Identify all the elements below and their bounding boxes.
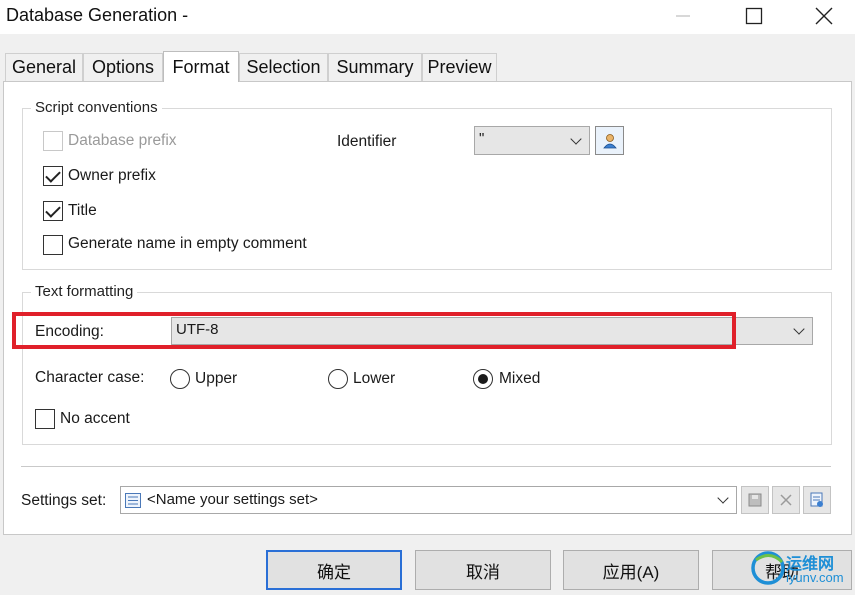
identifier-label: Identifier: [337, 133, 397, 150]
generate-name-checkbox[interactable]: [43, 235, 63, 255]
generate-name-label: Generate name in empty comment: [68, 235, 307, 252]
owner-prefix-label: Owner prefix: [68, 167, 156, 184]
upper-radio[interactable]: [170, 369, 190, 389]
tab-label: Summary: [336, 57, 414, 77]
tab-general[interactable]: General: [5, 53, 83, 81]
settings-set-value: <Name your settings set>: [147, 491, 318, 508]
upper-label: Upper: [195, 370, 238, 387]
database-prefix-checkbox[interactable]: [43, 131, 63, 151]
tab-label: Options: [91, 57, 155, 77]
mixed-radio[interactable]: [473, 369, 493, 389]
identifier-value: ": [479, 130, 485, 147]
tab-label: General: [11, 57, 77, 77]
apply-button-label: 应用(A): [602, 562, 660, 582]
chevron-down-icon: [717, 492, 729, 504]
settings-set-label: Settings set:: [21, 492, 107, 509]
ok-button-label: 确定: [317, 562, 351, 582]
maximize-icon: [745, 7, 763, 25]
cancel-button[interactable]: 取消: [415, 550, 551, 590]
minimize-icon: [676, 15, 690, 17]
title-checkbox[interactable]: [43, 201, 63, 221]
manage-settings-button[interactable]: [803, 486, 831, 514]
close-button[interactable]: [801, 0, 847, 32]
tab-options[interactable]: Options: [83, 53, 163, 81]
identifier-select[interactable]: ": [474, 126, 590, 155]
delete-settings-button[interactable]: [772, 486, 800, 514]
lower-radio[interactable]: [328, 369, 348, 389]
encoding-label: Encoding:: [35, 323, 104, 340]
tab-label: Format: [172, 56, 230, 77]
text-formatting-legend: Text formatting: [31, 283, 138, 301]
user-properties-icon: [602, 133, 617, 148]
watermark-logo: 运维网 iyunv.com: [750, 546, 850, 592]
script-conventions-legend: Script conventions: [31, 99, 162, 117]
title-bar: Database Generation -: [0, 0, 855, 34]
chevron-down-icon: [793, 323, 805, 335]
title-label: Title: [68, 202, 97, 219]
apply-button[interactable]: 应用(A): [563, 550, 699, 590]
owner-prefix-checkbox[interactable]: [43, 166, 63, 186]
tab-label: Selection: [246, 57, 321, 77]
mixed-label: Mixed: [499, 370, 541, 387]
identifier-properties-button[interactable]: [595, 126, 624, 155]
settings-separator: [21, 466, 831, 467]
tab-preview[interactable]: Preview: [422, 53, 497, 81]
window-title: Database Generation -: [6, 5, 189, 25]
tab-selection[interactable]: Selection: [239, 53, 328, 81]
delete-icon: [780, 494, 792, 506]
tab-label: Preview: [427, 57, 492, 77]
minimize-button[interactable]: [660, 0, 706, 32]
save-settings-button[interactable]: [741, 486, 769, 514]
save-icon: [748, 493, 762, 507]
tab-format[interactable]: Format: [163, 51, 239, 82]
chevron-down-icon: [570, 133, 582, 145]
no-accent-label: No accent: [60, 410, 130, 427]
encoding-value: UTF-8: [176, 321, 219, 338]
tab-summary[interactable]: Summary: [328, 53, 422, 81]
maximize-button[interactable]: [731, 0, 777, 32]
manage-settings-icon: [810, 492, 823, 507]
close-icon: [815, 7, 833, 25]
globe-icon: [751, 551, 785, 585]
watermark-text-url: iyunv.com: [786, 570, 844, 585]
character-case-label: Character case:: [35, 369, 145, 386]
settings-set-select[interactable]: <Name your settings set>: [120, 486, 737, 514]
lower-label: Lower: [353, 370, 396, 387]
settings-list-icon: [125, 493, 141, 508]
ok-button[interactable]: 确定: [266, 550, 402, 590]
no-accent-checkbox[interactable]: [35, 409, 55, 429]
cancel-button-label: 取消: [466, 562, 500, 582]
database-prefix-label: Database prefix: [68, 132, 177, 149]
encoding-select[interactable]: UTF-8: [171, 317, 813, 345]
